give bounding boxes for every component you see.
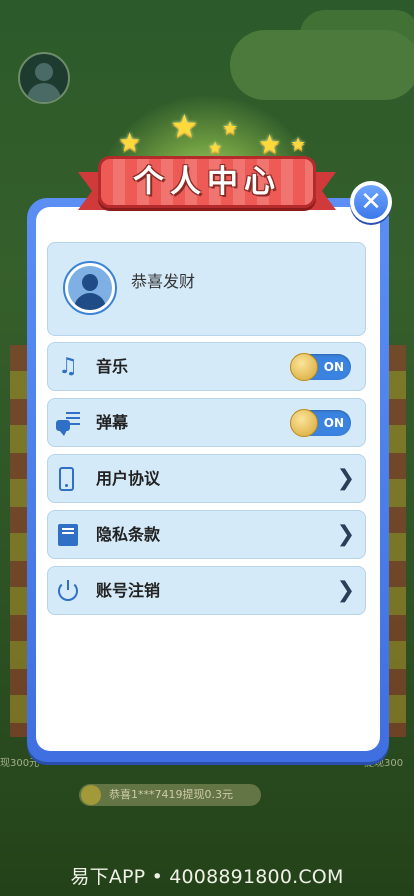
chevron-right-icon: ❯ [336, 522, 355, 547]
bullet-comment-icon [56, 411, 80, 436]
setting-label-agreement: 用户协议 [96, 469, 161, 488]
username: 恭喜发财 [131, 272, 196, 291]
toggle-state: ON [323, 360, 344, 374]
dialog-title: 个人中心 [133, 164, 281, 200]
toggle-state: ON [323, 416, 344, 430]
avatar-placeholder [68, 266, 112, 310]
setting-label-danmaku: 弹幕 [96, 413, 129, 432]
chevron-right-icon: ❯ [336, 466, 355, 491]
setting-label-deactivate: 账号注销 [96, 581, 161, 600]
close-button[interactable]: ✕ [350, 181, 392, 223]
phone-icon [56, 467, 80, 491]
background-avatar [18, 52, 70, 104]
toggle-knob [290, 353, 318, 381]
document-icon [56, 523, 80, 547]
game-board-edge-right [388, 345, 406, 737]
setting-row-danmaku: 弹幕 ON [47, 398, 366, 447]
setting-row-agreement[interactable]: 用户协议 ❯ [47, 454, 366, 503]
profile-card[interactable]: 恭喜发财 [47, 242, 366, 336]
chevron-right-icon: ❯ [336, 578, 355, 603]
star-icon: ★ [222, 118, 239, 139]
title-banner: 个人中心 [78, 150, 336, 218]
toggle-knob [290, 409, 318, 437]
music-toggle[interactable]: ON [290, 353, 351, 381]
setting-label-music: 音乐 [96, 357, 129, 376]
ticker-text: 恭喜1***7419提现0.3元 [109, 788, 233, 801]
withdraw-ticker: 恭喜1***7419提现0.3元 [79, 784, 261, 806]
close-icon: ✕ [354, 185, 388, 219]
setting-row-privacy[interactable]: 隐私条款 ❯ [47, 510, 366, 559]
setting-row-music: ♫ 音乐 ON [47, 342, 366, 391]
setting-label-privacy: 隐私条款 [96, 525, 161, 544]
coin-icon [81, 785, 101, 805]
game-board-edge-left [10, 345, 28, 737]
power-icon [56, 579, 80, 603]
danmaku-toggle[interactable]: ON [290, 409, 351, 437]
avatar[interactable] [63, 261, 117, 315]
setting-row-deactivate[interactable]: 账号注销 ❯ [47, 566, 366, 615]
music-note-icon: ♫ [58, 354, 78, 379]
cloud-decoration [300, 10, 414, 60]
watermark: 易下APP • 4008891800.COM [70, 866, 344, 888]
star-icon: ★ [170, 107, 199, 145]
